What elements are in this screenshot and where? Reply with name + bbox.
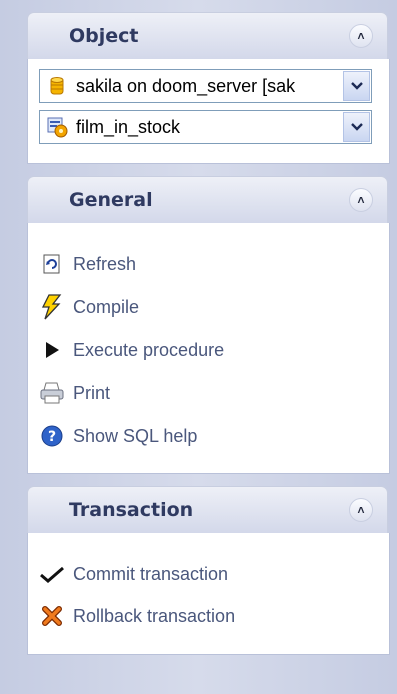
chevron-down-icon[interactable]	[343, 71, 370, 101]
collapse-icon[interactable]: ˄	[349, 188, 373, 212]
print-link[interactable]: Print	[39, 378, 110, 408]
refresh-icon	[39, 251, 65, 277]
object-panel-header[interactable]: Object ˄	[27, 12, 388, 59]
transaction-panel-body: Commit transaction Rollback transaction	[27, 533, 390, 655]
refresh-label: Refresh	[73, 253, 137, 274]
transaction-panel-header[interactable]: Transaction ˄	[27, 486, 388, 533]
transaction-panel-title: Transaction	[69, 499, 194, 521]
general-panel-header[interactable]: General ˄	[27, 176, 388, 223]
database-icon	[50, 77, 64, 95]
x-icon	[39, 603, 65, 629]
refresh-link[interactable]: Refresh	[39, 249, 136, 279]
check-icon	[39, 561, 65, 587]
help-icon: ?	[39, 423, 65, 449]
execute-procedure-link[interactable]: Execute procedure	[39, 335, 224, 365]
commit-transaction-label: Commit transaction	[73, 563, 229, 584]
general-panel-body: Refresh Compile Execute procedure Print …	[27, 223, 390, 474]
object-panel-title: Object	[69, 25, 139, 47]
rollback-transaction-link[interactable]: Rollback transaction	[39, 601, 235, 631]
general-panel-title: General	[69, 189, 153, 211]
compile-link[interactable]: Compile	[39, 292, 139, 322]
collapse-icon[interactable]: ˄	[349, 24, 373, 48]
svg-text:?: ?	[48, 429, 56, 445]
lightning-icon	[39, 294, 65, 320]
show-sql-help-link[interactable]: ? Show SQL help	[39, 421, 197, 451]
navigation-bar: Object ˄ sakila on doom_server [sak film…	[0, 0, 397, 694]
object-select-value: film_in_stock	[76, 117, 181, 137]
compile-label: Compile	[73, 296, 140, 317]
printer-icon	[39, 380, 65, 406]
collapse-icon[interactable]: ˄	[349, 498, 373, 522]
print-label: Print	[73, 382, 111, 403]
rollback-transaction-label: Rollback transaction	[73, 605, 236, 626]
object-panel-body: sakila on doom_server [sak film_in_stock	[27, 59, 390, 164]
object-select[interactable]: film_in_stock	[39, 110, 372, 144]
play-icon	[39, 337, 65, 363]
show-sql-help-label: Show SQL help	[73, 425, 198, 446]
database-select[interactable]: sakila on doom_server [sak	[39, 69, 372, 103]
commit-transaction-link[interactable]: Commit transaction	[39, 559, 228, 589]
execute-procedure-label: Execute procedure	[73, 339, 225, 360]
chevron-down-icon[interactable]	[343, 112, 370, 142]
procedure-icon	[47, 117, 68, 138]
database-select-value: sakila on doom_server [sak	[76, 76, 296, 96]
